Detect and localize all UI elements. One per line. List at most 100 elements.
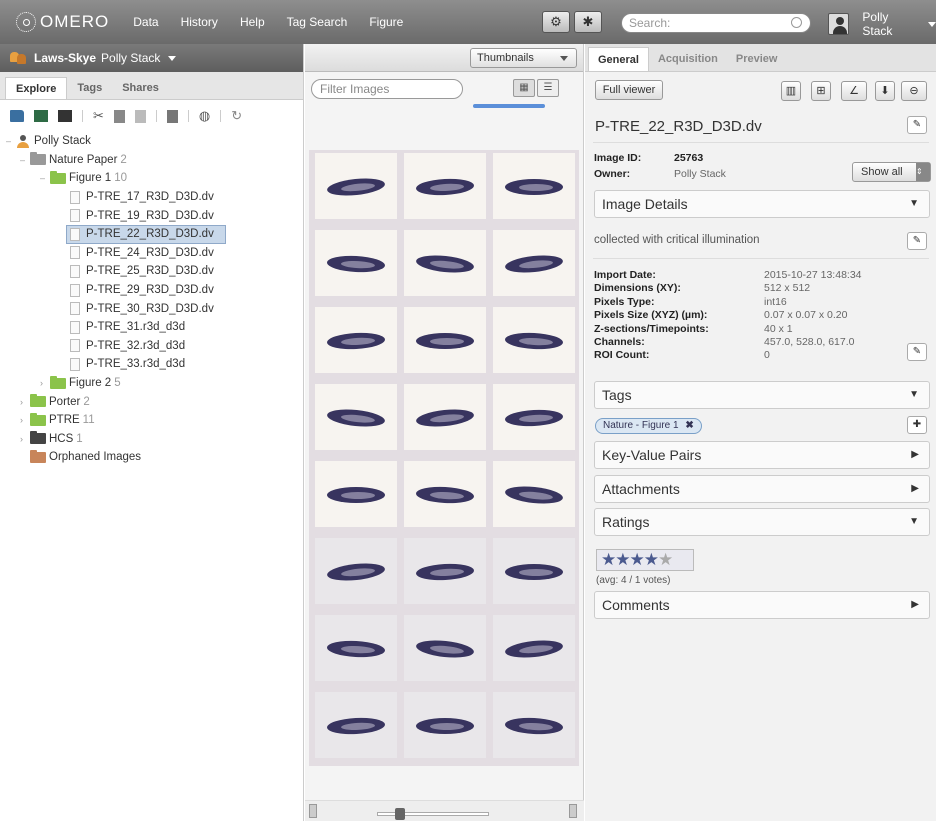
remove-tag-icon[interactable]: ✖ (685, 420, 693, 431)
star-filled-icon[interactable]: ★ (601, 550, 616, 569)
expand-icon[interactable]: › (20, 397, 30, 407)
star-filled-icon[interactable]: ★ (630, 550, 645, 569)
tree-orphaned[interactable]: Orphaned Images (6, 448, 303, 467)
image-thumbnail[interactable] (404, 153, 486, 219)
tab-tags[interactable]: Tags (67, 77, 112, 99)
image-details-panel[interactable]: Image Details ▼ (594, 190, 930, 218)
new-screen-icon[interactable] (58, 110, 72, 122)
edit-name-button[interactable]: ✎ (907, 116, 927, 134)
new-project-icon[interactable] (10, 110, 24, 122)
tree-dataset-closed[interactable]: › Figure 2 5 (6, 374, 303, 393)
tree-image[interactable]: P-TRE_32.r3d_d3d (6, 337, 303, 356)
attachments-panel[interactable]: Attachments ▶ (594, 475, 930, 503)
collapse-icon[interactable]: – (40, 173, 50, 183)
new-dataset-icon[interactable] (34, 110, 48, 122)
link-button[interactable]: ⊖ (901, 81, 927, 101)
expand-icon[interactable]: › (20, 434, 30, 444)
key-value-panel[interactable]: Key-Value Pairs ▶ (594, 441, 930, 469)
tag-pill[interactable]: Nature - Figure 1 ✖ (595, 418, 702, 434)
tree-image[interactable]: P-TRE_31.r3d_d3d (6, 318, 303, 337)
copy-icon[interactable] (113, 109, 125, 123)
tree-image[interactable]: P-TRE_30_R3D_D3D.dv (6, 299, 303, 318)
rating-stars[interactable]: ★★★★★ (596, 549, 694, 571)
tree-root[interactable]: – Polly Stack (6, 132, 303, 151)
image-thumbnail[interactable] (404, 615, 486, 681)
list-view-button[interactable]: ☰ (537, 79, 559, 97)
tree-dataset-open[interactable]: – Figure 1 10 (6, 169, 303, 188)
image-thumbnail[interactable] (315, 538, 397, 604)
image-thumbnail[interactable] (315, 461, 397, 527)
nav-figure[interactable]: Figure (369, 15, 403, 29)
cut-icon[interactable]: ✂ (93, 108, 104, 124)
tab-general[interactable]: General (588, 47, 649, 71)
image-thumbnail[interactable] (315, 615, 397, 681)
image-thumbnail[interactable] (404, 230, 486, 296)
tab-explore[interactable]: Explore (5, 77, 68, 99)
user-menu[interactable]: Polly Stack (828, 10, 936, 38)
image-thumbnail[interactable] (315, 384, 397, 450)
image-thumbnail[interactable] (404, 461, 486, 527)
scroll-right-icon[interactable] (569, 804, 577, 818)
edit-channels-button[interactable]: ✎ (907, 343, 927, 361)
image-thumbnail[interactable] (404, 538, 486, 604)
tree-image[interactable]: P-TRE_33.r3d_d3d (6, 355, 303, 374)
scroll-left-icon[interactable] (309, 804, 317, 818)
ratings-panel[interactable]: Ratings ▼ (594, 508, 930, 536)
image-thumbnail[interactable] (493, 538, 575, 604)
download-button[interactable]: ⬇ (875, 81, 895, 101)
expand-icon[interactable]: › (40, 378, 50, 388)
tree-image[interactable]: P-TRE_19_R3D_D3D.dv (6, 206, 303, 225)
tree-image[interactable]: P-TRE_25_R3D_D3D.dv (6, 262, 303, 281)
omero-logo[interactable]: OMERO (16, 12, 109, 32)
image-thumbnail[interactable] (315, 153, 397, 219)
comments-panel[interactable]: Comments ▶ (594, 591, 930, 619)
collapse-icon[interactable]: – (20, 155, 30, 165)
image-thumbnail[interactable] (404, 384, 486, 450)
tab-shares[interactable]: Shares (112, 77, 169, 99)
figure-button[interactable]: ▥ (781, 81, 801, 101)
filter-input[interactable]: Filter Images (311, 79, 463, 99)
nav-data[interactable]: Data (133, 15, 158, 29)
image-thumbnail[interactable] (315, 307, 397, 373)
star-filled-icon[interactable]: ★ (615, 550, 630, 569)
tab-preview[interactable]: Preview (727, 47, 787, 71)
tree-project[interactable]: – Nature Paper 2 (6, 151, 303, 170)
image-thumbnail[interactable] (493, 692, 575, 758)
tree-image-selected[interactable]: P-TRE_22_R3D_D3D.dv (66, 224, 226, 244)
globe-icon[interactable]: ◍ (199, 108, 210, 124)
hierarchy-button[interactable]: ⊞ (811, 81, 831, 101)
tree-image[interactable]: P-TRE_24_R3D_D3D.dv (6, 244, 303, 263)
tab-acquisition[interactable]: Acquisition (649, 47, 727, 71)
edit-description-button[interactable]: ✎ (907, 232, 927, 250)
refresh-icon[interactable]: ↻ (231, 108, 242, 124)
settings-button[interactable]: ⚙ (542, 11, 570, 33)
image-thumbnail[interactable] (404, 692, 486, 758)
image-thumbnail[interactable] (315, 230, 397, 296)
nav-tag-search[interactable]: Tag Search (287, 15, 348, 29)
image-thumbnail[interactable] (493, 615, 575, 681)
tree-image[interactable]: P-TRE_29_R3D_D3D.dv (6, 281, 303, 300)
add-tag-button[interactable]: ✚ (907, 416, 927, 434)
image-thumbnail[interactable] (493, 230, 575, 296)
paste-icon[interactable] (134, 109, 146, 123)
image-thumbnail[interactable] (493, 461, 575, 527)
tree-project-ptre[interactable]: › PTRE 11 (6, 411, 303, 430)
show-all-select[interactable]: Show all ⇕ (852, 162, 931, 182)
tree-image[interactable]: P-TRE_17_R3D_D3D.dv (6, 188, 303, 207)
nav-history[interactable]: History (181, 15, 218, 29)
roi-button[interactable]: ∠ (841, 81, 867, 101)
slider-handle[interactable] (395, 808, 405, 820)
collapse-icon[interactable]: – (6, 136, 16, 146)
grid-view-button[interactable]: ▦ (513, 79, 535, 97)
tree-project-porter[interactable]: › Porter 2 (6, 392, 303, 411)
star-empty-icon[interactable]: ★ (658, 550, 673, 569)
image-thumbnail[interactable] (315, 692, 397, 758)
full-viewer-button[interactable]: Full viewer (595, 80, 663, 100)
image-thumbnail[interactable] (404, 307, 486, 373)
image-thumbnail[interactable] (493, 307, 575, 373)
image-thumbnail[interactable] (493, 153, 575, 219)
zoom-slider[interactable] (377, 808, 489, 820)
tags-panel[interactable]: Tags ▼ (594, 381, 930, 409)
image-thumbnail[interactable] (493, 384, 575, 450)
nav-help[interactable]: Help (240, 15, 265, 29)
